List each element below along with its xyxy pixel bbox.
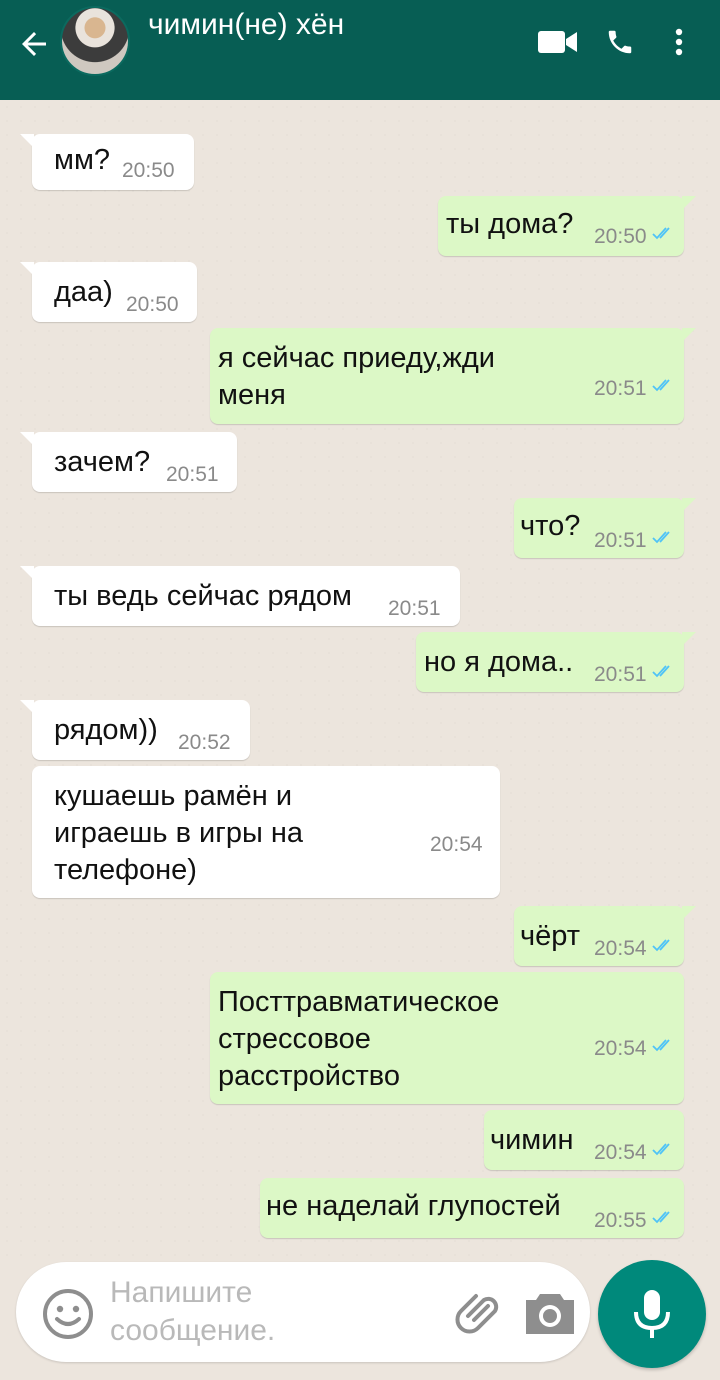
video-call-button[interactable]: [534, 22, 582, 62]
paperclip-icon: [455, 1294, 499, 1334]
avatar[interactable]: [60, 6, 130, 76]
message-time: 20:52: [178, 731, 231, 754]
emoji-button[interactable]: [42, 1288, 94, 1340]
message-text: рядом)): [54, 714, 158, 746]
message-text: не наделай глупостей: [266, 1190, 561, 1222]
message-text: ты дома?: [446, 208, 574, 240]
message-incoming[interactable]: ты ведь сейчас рядом 20:51: [20, 566, 460, 626]
message-text: я сейчас приеду,жди меня: [218, 342, 496, 411]
message-text: зачем?: [54, 446, 151, 478]
message-time: 20:55: [594, 1209, 647, 1232]
message-time: 20:51: [388, 597, 441, 620]
read-ticks-icon: [652, 1143, 670, 1156]
message-time: 20:54: [430, 833, 483, 856]
camera-button[interactable]: [522, 1286, 578, 1338]
message-time: 20:51: [166, 463, 219, 486]
message-outgoing[interactable]: Посттравматическое стрессовое расстройст…: [210, 972, 684, 1104]
message-outgoing[interactable]: но я дома.. 20:51: [416, 632, 696, 692]
message-text: чимин: [490, 1124, 574, 1156]
phone-icon: [608, 30, 632, 54]
message-incoming[interactable]: зачем? 20:51: [20, 432, 237, 492]
arrow-left-icon: [22, 32, 46, 56]
read-ticks-icon: [652, 939, 670, 952]
message-text: ты ведь сейчас рядом: [54, 580, 352, 612]
message-time: 20:54: [594, 937, 647, 960]
microphone-icon: [634, 1290, 670, 1338]
contact-name[interactable]: чимин(не) хён: [148, 8, 344, 42]
voice-message-button[interactable]: [598, 1260, 706, 1368]
read-ticks-icon: [652, 227, 670, 240]
message-incoming[interactable]: мм? 20:50: [20, 134, 194, 190]
read-ticks-icon: [652, 1211, 670, 1224]
camera-icon: [526, 1294, 574, 1334]
message-text: Посттравматическое стрессовое расстройст…: [218, 986, 500, 1092]
message-outgoing[interactable]: чёрт 20:54: [514, 906, 696, 966]
message-text: что?: [520, 510, 581, 542]
message-time: 20:54: [594, 1141, 647, 1164]
message-text: даа): [54, 276, 113, 308]
message-incoming[interactable]: кушаешь рамён и играешь в игры на телефо…: [32, 766, 500, 898]
message-incoming[interactable]: даа) 20:50: [20, 262, 197, 322]
message-outgoing[interactable]: не наделай глупостей 20:55: [260, 1178, 684, 1238]
more-options-button[interactable]: [664, 22, 694, 62]
read-ticks-icon: [652, 531, 670, 544]
message-input[interactable]: Напишите сообщение.: [110, 1274, 275, 1350]
message-time: 20:51: [594, 663, 647, 686]
message-input-bar: Напишите сообщение.: [16, 1262, 590, 1362]
message-text: кушаешь рамён и играешь в игры на телефо…: [54, 780, 304, 886]
read-ticks-icon: [652, 665, 670, 678]
message-outgoing[interactable]: чимин 20:54: [484, 1110, 684, 1170]
back-button[interactable]: [12, 22, 56, 66]
message-outgoing[interactable]: я сейчас приеду,жди меня 20:51: [210, 328, 696, 424]
attach-button[interactable]: [454, 1286, 506, 1338]
message-time: 20:54: [594, 1037, 647, 1060]
message-incoming[interactable]: рядом)) 20:52: [20, 700, 250, 760]
message-list[interactable]: мм? 20:50 ты дома? 20:50 даа) 20:50 я се…: [0, 100, 720, 1260]
message-time: 20:51: [594, 529, 647, 552]
message-time: 20:50: [594, 225, 647, 248]
message-text: мм?: [54, 144, 111, 176]
read-ticks-icon: [652, 1039, 670, 1052]
message-text: но я дома..: [424, 646, 574, 678]
message-text: чёрт: [520, 920, 581, 952]
message-outgoing[interactable]: что? 20:51: [514, 498, 696, 558]
chat-header: чимин(не) хён: [0, 0, 720, 100]
more-vert-icon: [675, 28, 683, 56]
video-call-icon: [538, 31, 577, 53]
emoji-icon: [43, 1289, 93, 1339]
voice-call-button[interactable]: [600, 22, 640, 62]
message-outgoing[interactable]: ты дома? 20:50: [438, 196, 696, 256]
message-time: 20:50: [122, 159, 175, 182]
message-time: 20:51: [594, 377, 647, 400]
read-ticks-icon: [652, 379, 670, 392]
message-time: 20:50: [126, 293, 179, 316]
